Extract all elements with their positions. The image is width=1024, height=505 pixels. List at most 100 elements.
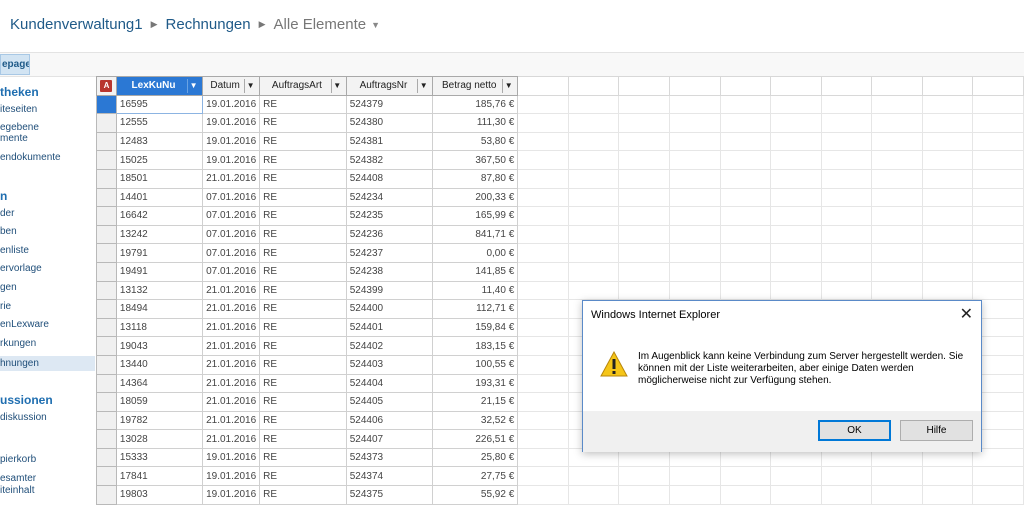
table-cell[interactable]: 07.01.2016 [202, 224, 261, 245]
table-cell[interactable]: 16642 [115, 206, 204, 226]
row-selector[interactable] [96, 429, 117, 449]
table-cell[interactable]: 21.01.2016 [202, 336, 261, 356]
nav-link[interactable]: enliste [0, 245, 95, 257]
row-selector[interactable] [96, 336, 117, 356]
table-cell[interactable]: 524401 [345, 317, 434, 338]
table-row[interactable]: 17841 19.01.2016 RE 524374 27,75 € [96, 466, 1024, 487]
table-cell[interactable]: 21.01.2016 [202, 280, 261, 301]
table-cell[interactable]: 19.01.2016 [202, 447, 261, 468]
table-cell[interactable]: 524399 [345, 280, 434, 301]
table-row[interactable]: 16642 07.01.2016 RE 524235 165,99 € [96, 206, 1024, 226]
row-selector[interactable] [96, 392, 117, 412]
table-cell[interactable]: RE [259, 485, 347, 505]
table-cell[interactable]: RE [259, 466, 347, 487]
table-cell[interactable]: RE [259, 429, 347, 449]
table-cell[interactable]: RE [259, 94, 347, 115]
table-cell[interactable]: 18059 [115, 392, 204, 412]
table-cell[interactable]: 07.01.2016 [202, 261, 261, 282]
chevron-down-icon[interactable]: ▼ [330, 78, 343, 93]
row-selector[interactable] [96, 485, 117, 505]
table-cell[interactable]: 524407 [345, 429, 434, 449]
table-cell[interactable]: RE [259, 150, 347, 170]
table-cell[interactable]: 17841 [115, 466, 204, 487]
row-selector[interactable] [96, 113, 117, 133]
table-cell[interactable]: 841,71 € [432, 224, 519, 245]
table-cell[interactable]: 13132 [115, 280, 204, 301]
table-cell[interactable]: 524400 [345, 299, 434, 319]
nav-link[interactable]: gen [0, 282, 95, 294]
table-cell[interactable]: RE [259, 131, 347, 152]
row-selector[interactable] [96, 410, 117, 431]
table-cell[interactable]: 19782 [115, 410, 204, 431]
table-cell[interactable]: 524402 [345, 336, 434, 356]
table-cell[interactable]: RE [259, 224, 347, 245]
table-cell[interactable]: 524404 [345, 373, 434, 394]
nav-section-heading[interactable]: ussionen [0, 393, 95, 407]
row-selector[interactable] [96, 447, 117, 468]
nav-section-heading[interactable]: theken [0, 85, 95, 99]
column-header[interactable]: AuftragsArt ▼ [259, 76, 347, 96]
table-cell[interactable]: RE [259, 392, 347, 412]
table-cell[interactable]: 0,00 € [432, 243, 519, 263]
nav-link[interactable]: der [0, 208, 95, 220]
ok-button[interactable]: OK [818, 420, 891, 441]
nav-link[interactable]: rie [0, 301, 95, 313]
nav-link[interactable]: ben [0, 226, 95, 238]
table-cell[interactable]: 19.01.2016 [202, 113, 261, 133]
table-cell[interactable]: 53,80 € [432, 131, 519, 152]
table-cell[interactable]: 55,92 € [432, 485, 519, 505]
table-row[interactable]: 12483 19.01.2016 RE 524381 53,80 € [96, 131, 1024, 152]
select-all-corner[interactable]: A [96, 76, 117, 96]
table-cell[interactable]: 32,52 € [432, 410, 519, 431]
row-selector[interactable] [96, 466, 117, 487]
column-header[interactable]: Betrag netto ▼ [432, 76, 519, 96]
table-cell[interactable]: 367,50 € [432, 150, 519, 170]
row-selector[interactable] [96, 354, 117, 375]
table-cell[interactable]: 524380 [345, 113, 434, 133]
table-cell[interactable]: 21,15 € [432, 392, 519, 412]
nav-link[interactable]: endokumente [0, 152, 95, 164]
table-cell[interactable]: 19791 [115, 243, 204, 263]
table-cell[interactable]: 226,51 € [432, 429, 519, 449]
table-cell[interactable]: RE [259, 410, 347, 431]
table-row[interactable]: 16595 19.01.2016 RE 524379 185,76 € [96, 94, 1024, 115]
table-cell[interactable]: 112,71 € [432, 299, 519, 319]
nav-link[interactable]: iteinhalt [0, 485, 95, 497]
table-row[interactable]: 13132 21.01.2016 RE 524399 11,40 € [96, 280, 1024, 301]
table-cell[interactable]: RE [259, 280, 347, 301]
table-cell[interactable]: 524405 [345, 392, 434, 412]
table-row[interactable]: 12555 19.01.2016 RE 524380 111,30 € [96, 113, 1024, 133]
table-cell[interactable]: 100,55 € [432, 354, 519, 375]
table-cell[interactable]: 13118 [115, 317, 204, 338]
table-cell[interactable]: 524375 [345, 485, 434, 505]
row-selector[interactable] [96, 243, 117, 263]
table-cell[interactable]: 524406 [345, 410, 434, 431]
table-cell[interactable]: 19.01.2016 [202, 131, 261, 152]
table-cell[interactable]: 07.01.2016 [202, 206, 261, 226]
table-cell[interactable]: 165,99 € [432, 206, 519, 226]
table-cell[interactable]: 524237 [345, 243, 434, 263]
table-cell[interactable]: 183,15 € [432, 336, 519, 356]
table-cell[interactable]: 21.01.2016 [202, 168, 261, 189]
nav-link[interactable]: mente [0, 133, 95, 145]
table-cell[interactable]: 14364 [115, 373, 204, 394]
row-selector[interactable] [96, 206, 117, 226]
chevron-down-icon[interactable]: ▼ [502, 78, 514, 93]
row-selector[interactable] [96, 150, 117, 170]
table-cell[interactable]: 21.01.2016 [202, 299, 261, 319]
table-cell[interactable]: 524234 [345, 187, 434, 208]
view-dropdown-icon[interactable]: ▼ [371, 20, 380, 30]
table-cell[interactable]: RE [259, 447, 347, 468]
table-cell[interactable]: 18501 [115, 168, 204, 189]
breadcrumb-site-link[interactable]: Kundenverwaltung1 [10, 16, 143, 33]
table-cell[interactable]: RE [259, 299, 347, 319]
table-cell[interactable]: 21.01.2016 [202, 429, 261, 449]
table-cell[interactable]: 524408 [345, 168, 434, 189]
table-cell[interactable]: 07.01.2016 [202, 187, 261, 208]
nav-link[interactable]: rkungen [0, 338, 95, 350]
table-cell[interactable]: RE [259, 206, 347, 226]
table-cell[interactable]: 19043 [115, 336, 204, 356]
table-cell[interactable]: RE [259, 336, 347, 356]
table-cell[interactable]: 524373 [345, 447, 434, 468]
row-selector[interactable] [96, 224, 117, 245]
